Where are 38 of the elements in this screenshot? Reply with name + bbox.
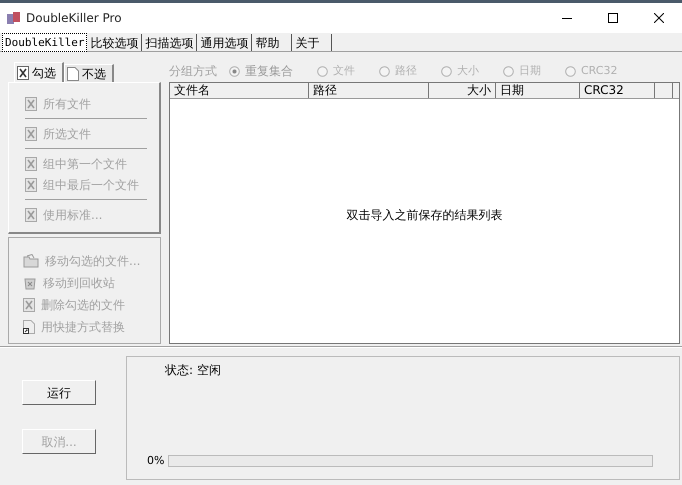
checkbox-icon bbox=[25, 96, 37, 110]
radio-button[interactable]: CRC32 bbox=[565, 62, 618, 80]
tab[interactable]: 勾选 bbox=[14, 62, 64, 82]
recycle-bin-icon bbox=[23, 276, 37, 290]
checkbox-icon bbox=[25, 178, 37, 192]
checkbox-icon bbox=[23, 298, 35, 312]
tab[interactable]: 扫描选项 bbox=[142, 34, 198, 51]
group-by-label: 分组方式 bbox=[169, 63, 217, 80]
radio-button[interactable]: 日期 bbox=[503, 62, 541, 80]
shortcut-icon bbox=[23, 320, 35, 334]
checkbox-icon bbox=[25, 126, 37, 140]
progress-label: 0% bbox=[147, 452, 164, 468]
checkbox-icon bbox=[17, 66, 29, 80]
tab[interactable]: 帮助 bbox=[252, 34, 292, 51]
column-header[interactable]: 大小 bbox=[429, 83, 496, 98]
checkbox-icon bbox=[25, 208, 37, 222]
tab[interactable]: 比较选项 bbox=[87, 34, 142, 51]
status-text: 状态: 空闲 bbox=[165, 362, 221, 379]
close-icon bbox=[654, 13, 664, 23]
tab[interactable]: DoubleKiller bbox=[2, 33, 88, 52]
empty-message: 双击导入之前保存的结果列表 bbox=[346, 207, 502, 224]
column-header[interactable]: CRC32 bbox=[580, 83, 655, 98]
action-button[interactable]: 运行 bbox=[22, 380, 96, 405]
window-title: DoubleKiller Pro bbox=[26, 10, 122, 27]
column-header[interactable]: 路径 bbox=[309, 83, 429, 98]
tab[interactable]: 通用选项 bbox=[197, 34, 252, 51]
maximize-icon bbox=[608, 13, 618, 23]
column-header[interactable]: 日期 bbox=[496, 83, 580, 98]
radio-button[interactable]: 重复集合 bbox=[229, 62, 293, 80]
column-header[interactable]: 文件名 bbox=[170, 83, 309, 98]
tab[interactable]: 不选 bbox=[64, 64, 114, 82]
app-icon bbox=[6, 11, 22, 25]
radio-button[interactable]: 路径 bbox=[379, 62, 417, 80]
folder-icon bbox=[23, 254, 39, 268]
tab[interactable]: 关于 bbox=[292, 34, 332, 51]
radio-button[interactable]: 大小 bbox=[441, 62, 479, 80]
radio-button[interactable]: 文件 bbox=[317, 62, 355, 80]
checkbox-icon bbox=[25, 156, 37, 170]
